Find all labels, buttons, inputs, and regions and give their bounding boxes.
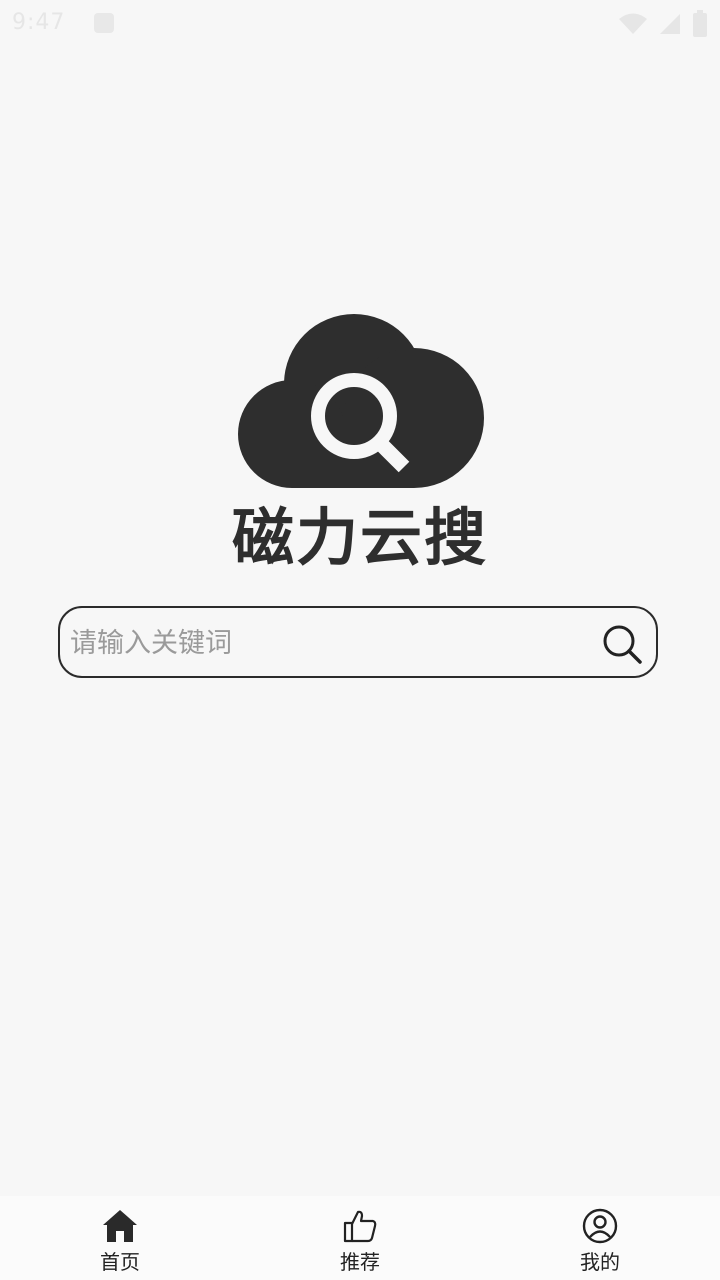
search-box [58,606,658,678]
user-circle-icon [582,1208,618,1244]
thumbs-up-icon [343,1210,377,1243]
home-icon [103,1210,137,1242]
cloud-search-logo-icon [238,314,484,488]
app-screen: 9:47 磁力云搜 请输入关键词 首页 推荐 我的 [0,0,720,1280]
search-icon[interactable] [602,624,644,666]
status-indicators [618,10,708,38]
nav-item-recommend[interactable]: 推荐 [240,1196,480,1280]
nav-label-recommend: 推荐 [340,1250,380,1274]
search-input[interactable] [68,616,592,670]
nav-item-home[interactable]: 首页 [0,1196,240,1280]
app-title: 磁力云搜 [231,501,488,574]
battery-icon [693,10,707,37]
nav-label-profile: 我的 [580,1250,620,1274]
signal-icon [660,14,680,34]
nav-item-profile[interactable]: 我的 [480,1196,720,1280]
status-time: 9:47 [12,10,66,35]
status-bar: 9:47 [0,0,720,48]
notification-icon [94,13,114,33]
nav-label-home: 首页 [100,1250,140,1274]
wifi-icon [619,13,647,34]
bottom-nav: 首页 推荐 我的 [0,1196,720,1280]
